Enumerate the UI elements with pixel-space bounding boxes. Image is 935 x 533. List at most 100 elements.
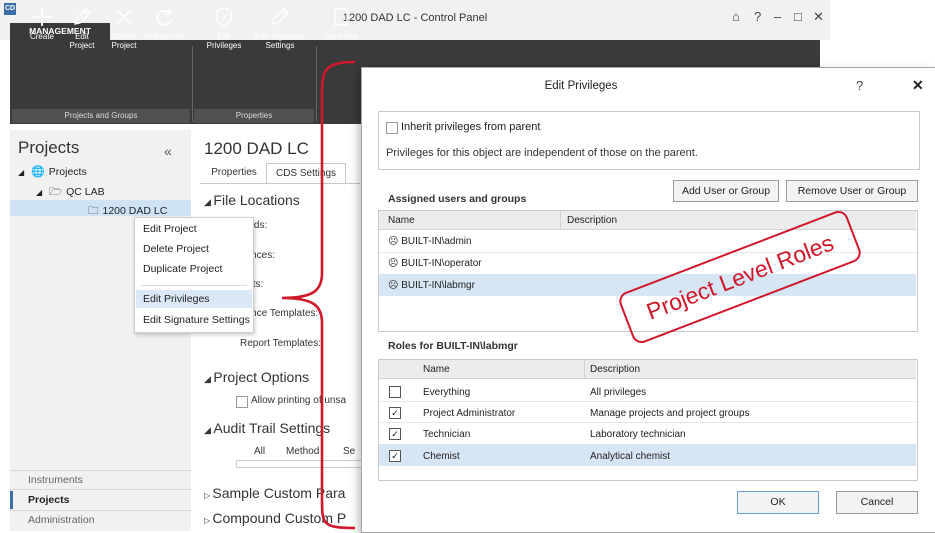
edit-signature-settings-label: Edit Signature Settings xyxy=(254,32,306,50)
collapse-arrow-icon: ◢ xyxy=(204,374,214,384)
user-row[interactable]: ☹ BUILT-IN\admin xyxy=(388,236,472,247)
document-icon xyxy=(334,8,348,26)
edit-project-label: Edit Project xyxy=(69,32,95,50)
role-description: Laboratory technician xyxy=(590,429,686,440)
roles-col-name: Name xyxy=(423,364,450,375)
role-checkbox-chemist[interactable]: ✓ xyxy=(389,450,401,462)
tab-properties[interactable]: Properties xyxy=(204,163,264,183)
close-window-button[interactable]: ✕ xyxy=(813,9,824,25)
refresh-icon xyxy=(156,9,172,26)
user-name: BUILT-IN\labmgr xyxy=(401,280,475,291)
plus-icon xyxy=(33,8,51,26)
pencil-icon xyxy=(74,8,91,25)
expand-arrow-icon[interactable]: ◢ xyxy=(18,168,24,177)
user-row[interactable]: ☹ BUILT-IN\labmgr xyxy=(388,280,475,291)
user-row[interactable]: ☹ BUILT-IN\operator xyxy=(388,258,482,269)
edit-privileges-label: Edit Privileges xyxy=(206,32,242,50)
dialog-help-button[interactable]: ? xyxy=(856,78,863,93)
start-analysis-label: Start Ana xyxy=(324,32,358,41)
nav-active-indicator xyxy=(10,491,13,509)
pencil-icon xyxy=(272,8,289,25)
roles-col-description: Description xyxy=(590,364,641,375)
maximize-button[interactable]: □ xyxy=(794,9,802,24)
tree-label: Projects xyxy=(48,166,87,178)
tree-label: 1200 DAD LC xyxy=(102,205,168,217)
x-icon xyxy=(116,9,132,25)
globe-icon: 🌐 xyxy=(31,166,45,178)
minimize-button[interactable]: – xyxy=(774,9,781,24)
user-icon: ☹ xyxy=(388,280,402,291)
role-checkbox-everything[interactable] xyxy=(389,386,401,398)
cancel-button[interactable]: Cancel xyxy=(836,491,918,514)
dialog-close-button[interactable]: ✕ xyxy=(912,77,924,94)
ribbon-separator xyxy=(192,46,193,122)
col-divider xyxy=(560,211,561,229)
nav-projects[interactable]: Projects xyxy=(28,494,69,506)
refresh-all-button[interactable]: Refresh All xyxy=(144,6,184,66)
refresh-all-label: Refresh All xyxy=(144,32,184,41)
role-checkbox-technician[interactable]: ✓ xyxy=(389,428,401,440)
group-projects-and-groups: Projects and Groups xyxy=(12,109,190,123)
inherit-note: Privileges for this object are independe… xyxy=(386,147,698,159)
role-description: Analytical chemist xyxy=(590,451,671,462)
menu-delete-project[interactable]: Delete Project xyxy=(143,243,209,255)
menu-separator xyxy=(141,285,247,286)
edit-signature-settings-button[interactable]: Edit Signature Settings xyxy=(252,6,308,66)
nav-divider xyxy=(10,489,191,490)
collapse-arrow-icon: ◢ xyxy=(204,197,214,207)
menu-edit-privileges[interactable]: Edit Privileges xyxy=(143,293,210,305)
remove-user-or-group-button[interactable]: Remove User or Group xyxy=(786,180,918,202)
lock-icon[interactable]: ⌂ xyxy=(732,9,740,24)
assigned-users-header: Assigned users and groups xyxy=(388,193,527,205)
inherit-box xyxy=(378,111,920,170)
start-analysis-button[interactable]: Start Ana xyxy=(322,6,360,66)
menu-duplicate-project[interactable]: Duplicate Project xyxy=(143,263,222,275)
role-name: Chemist xyxy=(423,451,460,462)
role-name: Everything xyxy=(423,387,471,398)
add-user-or-group-button[interactable]: Add User or Group xyxy=(673,180,779,202)
create-button[interactable]: Create xyxy=(22,6,62,66)
shield-icon xyxy=(216,7,232,27)
edit-project-button[interactable]: Edit Project xyxy=(62,6,102,66)
allow-printing-checkbox[interactable] xyxy=(236,396,248,408)
collapse-panel-button[interactable]: « xyxy=(164,143,172,159)
help-icon[interactable]: ? xyxy=(754,9,761,24)
users-col-description: Description xyxy=(567,215,618,226)
roles-header: Roles for BUILT-IN\labmgr xyxy=(388,340,518,352)
menu-edit-signature-settings[interactable]: Edit Signature Settings xyxy=(143,314,250,326)
role-description: Manage projects and project groups xyxy=(590,408,750,419)
user-name: BUILT-IN\admin xyxy=(401,236,472,247)
create-label: Create xyxy=(29,32,54,41)
folder-icon: 🗀 xyxy=(88,205,99,217)
annotation-brace-icon xyxy=(281,60,356,530)
delete-project-label: Delete Project xyxy=(111,32,137,50)
audit-col-all: All xyxy=(254,446,266,457)
delete-project-button[interactable]: Delete Project xyxy=(104,6,144,66)
nav-divider xyxy=(10,470,191,471)
expand-arrow-icon[interactable]: ◢ xyxy=(36,188,42,197)
user-name: BUILT-IN\operator xyxy=(401,258,482,269)
dialog-title: Edit Privileges xyxy=(544,80,618,92)
projects-panel-title: Projects xyxy=(18,138,80,157)
nav-instruments[interactable]: Instruments xyxy=(28,474,83,486)
role-name: Project Administrator xyxy=(423,408,516,419)
tree-item-projects[interactable]: ◢ 🌐 Projects xyxy=(18,165,87,178)
inherit-label: Inherit privileges from parent xyxy=(401,121,541,133)
col-divider xyxy=(584,360,585,378)
roles-grid-header xyxy=(379,360,916,379)
edit-privileges-ribbon-button[interactable]: Edit Privileges xyxy=(200,6,248,66)
nav-administration[interactable]: Administration xyxy=(28,514,95,526)
role-description: All privileges xyxy=(590,387,647,398)
row-divider xyxy=(379,422,916,423)
tree-label: QC LAB xyxy=(66,186,105,198)
menu-edit-project[interactable]: Edit Project xyxy=(143,223,197,235)
user-icon: ☹ xyxy=(388,258,402,269)
ok-button[interactable]: OK xyxy=(737,491,819,514)
users-col-name: Name xyxy=(388,215,415,226)
inherit-checkbox[interactable] xyxy=(386,122,398,134)
user-icon: ☹ xyxy=(388,236,402,247)
tree-item-qc-lab[interactable]: ◢ 🗁 QC LAB xyxy=(36,184,105,202)
folder-open-icon: 🗁 xyxy=(49,186,63,198)
role-name: Technician xyxy=(423,429,471,440)
role-checkbox-project-administrator[interactable]: ✓ xyxy=(389,407,401,419)
